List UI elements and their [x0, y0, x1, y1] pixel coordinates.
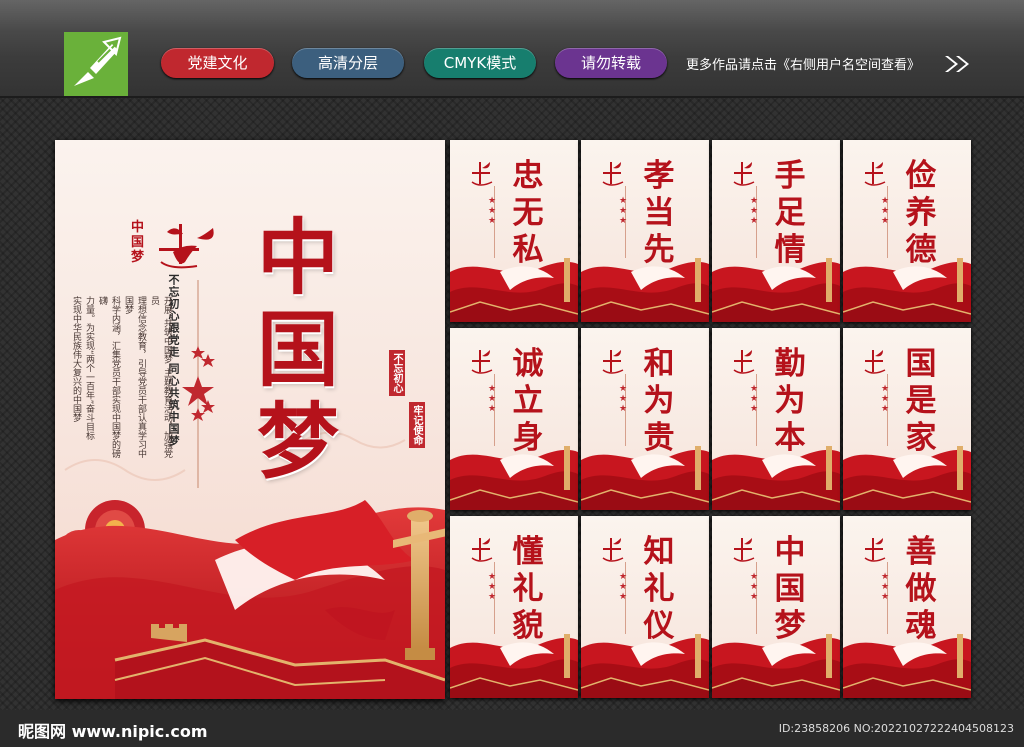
pen-logo-icon	[64, 32, 128, 96]
star-icon: ★ ★ ★	[881, 572, 890, 602]
chinese-dream-logo	[159, 224, 214, 269]
body-line: 力量。为实现“两个一百年”奋斗目标	[84, 296, 94, 441]
tag-party-culture[interactable]: 党建文化	[161, 48, 274, 78]
star-icon: ★ ★ ★	[619, 196, 628, 226]
main-poster: 中国梦 中 国 梦 不忘初心跟党走 同心共筑中国梦 开展“共筑中国梦”主题教育活…	[55, 140, 445, 699]
tag-no-repost[interactable]: 请勿转载	[555, 48, 667, 78]
site-watermark: 昵图网 www.nipic.com	[18, 722, 208, 741]
red-silk-wave	[581, 634, 709, 698]
chinese-dream-logo-icon	[599, 158, 625, 190]
chinese-dream-logo-icon	[599, 346, 625, 378]
poster-card: ★ ★ ★ 俭养德	[843, 140, 971, 322]
star-icon: ★ ★ ★	[619, 572, 628, 602]
star-icon: ★ ★ ★	[488, 384, 497, 414]
red-silk-wave	[450, 446, 578, 510]
title-char: 国	[256, 302, 339, 398]
footer-bar: 昵图网 www.nipic.com ID:23858206 NO:2022102…	[0, 710, 1024, 747]
red-silk-wave	[712, 258, 840, 322]
banner-shine	[0, 0, 1024, 30]
chinese-dream-logo-icon	[599, 534, 625, 566]
image-id: ID:23858206 NO:20221027222404508123	[778, 722, 1014, 735]
more-works-note[interactable]: 更多作品请点击《右侧用户名空间查看》	[686, 54, 920, 73]
chinese-dream-logo-icon	[861, 346, 887, 378]
chinese-dream-logo-icon	[861, 534, 887, 566]
tag-cmyk-mode[interactable]: CMYK模式	[424, 48, 536, 78]
star-icon: ★ ★ ★	[750, 384, 759, 414]
poster-card: ★ ★ ★ 中国梦	[712, 516, 840, 698]
chinese-dream-logo-icon	[861, 158, 887, 190]
star-icon: ★ ★ ★	[488, 196, 497, 226]
tag-high-res-layers[interactable]: 高清分层	[292, 48, 404, 78]
red-silk-wave	[843, 634, 971, 698]
title-char: 中	[256, 210, 339, 306]
body-line: 开展“共筑中国梦”主题教育活动，加强党员	[149, 296, 172, 459]
seal-keep-mission: 牢记使命	[409, 402, 425, 448]
poster-title: 中 国 梦	[253, 212, 343, 488]
poster-series-grid: ★ ★ ★ 忠无私 ★ ★ ★ 孝当先 ★ ★ ★ 手足情 ★ ★ ★ 俭养德 ★ ★ ★ 诚立身 ★ ★ ★ 和为贵 ★ ★ ★ 勤…	[450, 140, 972, 699]
red-silk-wave	[450, 634, 578, 698]
red-silk-wave	[843, 446, 971, 510]
double-arrow-icon[interactable]	[945, 54, 971, 78]
star-icon: ★ ★ ★	[881, 384, 890, 414]
top-banner: 党建文化 高清分层 CMYK模式 请勿转载 更多作品请点击《右侧用户名空间查看》	[0, 0, 1024, 98]
body-line: 科学内涵，汇集党员干部实现中国梦的磅礴	[97, 296, 120, 458]
chinese-dream-logo-icon	[468, 158, 494, 190]
star-icon: ★ ★ ★	[619, 384, 628, 414]
poster-card: ★ ★ ★ 孝当先	[581, 140, 709, 322]
seal-remember-aspiration: 不忘初心	[389, 350, 405, 396]
chinese-dream-logo-icon	[730, 346, 756, 378]
logo-caption: 中国梦	[131, 220, 145, 265]
red-silk-wave	[712, 446, 840, 510]
red-silk-wave	[712, 634, 840, 698]
poster-card: ★ ★ ★ 善做魂	[843, 516, 971, 698]
poster-card: ★ ★ ★ 国是家	[843, 328, 971, 510]
chinese-dream-logo-icon	[730, 534, 756, 566]
body-line: 理想信念教育，引导党员干部认真学习中国梦	[123, 296, 146, 458]
red-silk-wave	[843, 258, 971, 322]
chinese-dream-logo-icon	[468, 534, 494, 566]
red-silk-wave	[581, 258, 709, 322]
red-silk-wave	[450, 258, 578, 322]
poster-card: ★ ★ ★ 和为贵	[581, 328, 709, 510]
red-silk-wave	[581, 446, 709, 510]
poster-card: ★ ★ ★ 手足情	[712, 140, 840, 322]
poster-card: ★ ★ ★ 诚立身	[450, 328, 578, 510]
poster-card: ★ ★ ★ 忠无私	[450, 140, 578, 322]
chinese-dream-logo-icon	[730, 158, 756, 190]
poster-card: ★ ★ ★ 知礼仪	[581, 516, 709, 698]
poster-body: 开展“共筑中国梦”主题教育活动，加强党员 理想信念教育，引导党员干部认真学习中国…	[69, 296, 173, 464]
title-char: 梦	[256, 394, 339, 490]
star-icon: ★ ★ ★	[750, 572, 759, 602]
chinese-dream-logo-icon	[468, 346, 494, 378]
body-line: 实现中华民族伟大复兴的中国梦	[71, 296, 81, 422]
star-icon: ★ ★ ★	[750, 196, 759, 226]
star-icon: ★ ★ ★	[488, 572, 497, 602]
star-icon: ★ ★ ★	[881, 196, 890, 226]
poster-card: ★ ★ ★ 勤为本	[712, 328, 840, 510]
poster-card: ★ ★ ★ 懂礼貌	[450, 516, 578, 698]
